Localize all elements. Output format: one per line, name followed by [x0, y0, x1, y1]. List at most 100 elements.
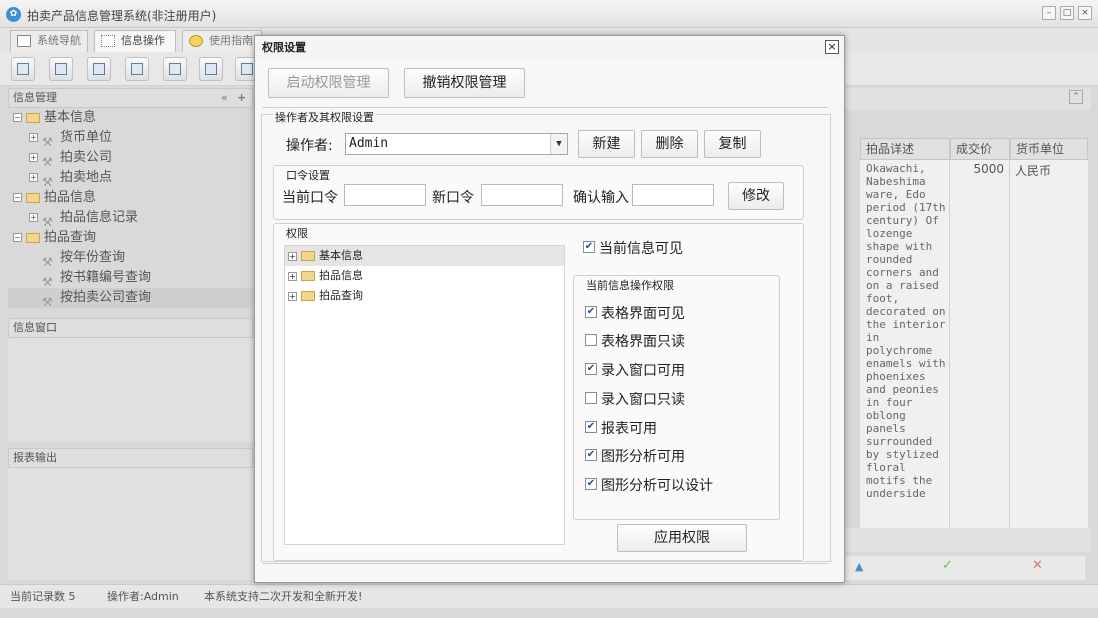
- visible-checkbox[interactable]: ✔: [583, 241, 595, 253]
- tab-info-ops[interactable]: 信息操作: [94, 30, 176, 52]
- perm-node-label: 拍品信息: [319, 269, 363, 282]
- confirm-password-input[interactable]: [632, 184, 714, 206]
- window-tool-button[interactable]: [163, 57, 187, 81]
- start-permission-button[interactable]: 启动权限管理: [268, 68, 389, 98]
- current-password-input[interactable]: [344, 184, 426, 206]
- divider: [262, 563, 828, 564]
- operator-select[interactable]: Admin ▼: [345, 133, 568, 155]
- tree-node-auction-company[interactable]: + ⚒ 拍卖公司: [8, 148, 253, 169]
- document-icon: [93, 63, 105, 75]
- perm-node-basic-info[interactable]: + 基本信息: [285, 246, 564, 266]
- table-readonly-label: 表格界面只读: [601, 334, 685, 350]
- delete-operator-button[interactable]: 删除: [641, 130, 698, 158]
- table-readonly-checkbox[interactable]: [585, 334, 597, 346]
- expand-icon[interactable]: +: [288, 292, 297, 301]
- dialog-title: 权限设置: [255, 36, 844, 60]
- column-header-price[interactable]: 成交价: [950, 138, 1010, 160]
- new-password-input[interactable]: [481, 184, 563, 206]
- report-output-title: 报表输出: [13, 451, 57, 464]
- column-header-detail[interactable]: 拍品详述: [860, 138, 950, 160]
- perm-node-label: 基本信息: [319, 249, 363, 262]
- info-window-header: 信息窗口: [8, 318, 253, 338]
- close-window-button[interactable]: ×: [1078, 6, 1092, 20]
- tree-node-query-by-year[interactable]: ⚒ 按年份查询: [8, 248, 253, 269]
- up-icon[interactable]: ▲: [855, 560, 863, 573]
- entry-usable-checkbox[interactable]: ✔: [585, 363, 597, 375]
- divider: [262, 107, 828, 108]
- expand-icon[interactable]: +: [288, 272, 297, 281]
- export-tool-button[interactable]: [199, 57, 223, 81]
- cancel-icon[interactable]: ✕: [1032, 558, 1043, 573]
- tree-node-label: 拍品信息: [44, 190, 97, 205]
- tree-node-label: 按拍卖公司查询: [60, 290, 152, 305]
- sidebar-tree: − 基本信息 + ⚒ 货币单位 + ⚒ 拍卖公司 + ⚒ 拍卖地点 − 拍品信息…: [8, 108, 253, 309]
- collapse-icon[interactable]: −: [13, 113, 22, 122]
- tree-node-label: 拍卖公司: [60, 150, 113, 165]
- app-logo-icon: ✿: [6, 7, 21, 22]
- document-tool-button[interactable]: [87, 57, 111, 81]
- new-operator-button[interactable]: 新建: [578, 130, 635, 158]
- close-icon[interactable]: ×: [825, 40, 839, 54]
- modify-password-button[interactable]: 修改: [728, 182, 784, 210]
- revoke-permission-button[interactable]: 撤销权限管理: [404, 68, 525, 98]
- collapse-icon[interactable]: −: [13, 193, 22, 202]
- record-count: 当前记录数 5: [10, 590, 76, 603]
- folder-icon: [26, 193, 40, 203]
- tree-node-item-records[interactable]: + ⚒ 拍品信息记录: [8, 208, 253, 229]
- chevron-down-icon[interactable]: ▼: [550, 134, 567, 154]
- tool-icon: ⚒: [42, 295, 53, 309]
- tab-user-guide[interactable]: 使用指南: [182, 30, 262, 52]
- expand-icon[interactable]: +: [29, 173, 38, 182]
- operator-label: 操作者:: [286, 138, 333, 154]
- tree-node-query-by-company[interactable]: ⚒ 按拍卖公司查询: [8, 288, 253, 309]
- confirm-password-label: 确认输入: [573, 190, 629, 206]
- expand-icon[interactable]: +: [29, 153, 38, 162]
- collapse-icon[interactable]: −: [13, 233, 22, 242]
- cell-currency[interactable]: 人民币: [1015, 162, 1051, 179]
- grid-scroll-area: [845, 528, 1091, 552]
- collapse-panel-icon[interactable]: ⌃: [1069, 90, 1083, 104]
- status-message: 本系统支持二次开发和全新开发!: [204, 590, 363, 603]
- app-title: 拍卖产品信息管理系统(非注册用户): [27, 9, 217, 23]
- minimize-button[interactable]: –: [1042, 6, 1056, 20]
- new-password-label: 新口令: [432, 190, 474, 206]
- apply-permission-button[interactable]: 应用权限: [617, 524, 747, 552]
- folder-icon: [301, 271, 315, 281]
- confirm-icon[interactable]: ✓: [942, 558, 953, 573]
- tree-node-query-by-book-id[interactable]: ⚒ 按书籍编号查询: [8, 268, 253, 289]
- expand-icon[interactable]: +: [29, 213, 38, 222]
- tree-node-currency[interactable]: + ⚒ 货币单位: [8, 128, 253, 149]
- chart-design-label: 图形分析可以设计: [601, 478, 713, 494]
- clock-icon: [189, 35, 203, 47]
- entry-usable-label: 录入窗口可用: [601, 363, 685, 379]
- tree-node-item-info[interactable]: − 拍品信息: [8, 188, 253, 208]
- chart-usable-checkbox[interactable]: ✔: [585, 449, 597, 461]
- entry-readonly-label: 录入窗口只读: [601, 392, 685, 408]
- chart-design-checkbox[interactable]: ✔: [585, 478, 597, 490]
- cell-price[interactable]: 5000: [950, 162, 1004, 176]
- collapse-icon[interactable]: «: [221, 89, 228, 107]
- tree-node-auction-location[interactable]: + ⚒ 拍卖地点: [8, 168, 253, 189]
- report-usable-checkbox[interactable]: ✔: [585, 421, 597, 433]
- search-tool-button[interactable]: [11, 57, 35, 81]
- tab-label: 使用指南: [209, 34, 253, 47]
- entry-readonly-checkbox[interactable]: [585, 392, 597, 404]
- expand-icon[interactable]: +: [29, 133, 38, 142]
- column-header-currency[interactable]: 货币单位: [1010, 138, 1088, 160]
- perm-node-item-query[interactable]: + 拍品查询: [285, 286, 564, 306]
- tree-node-basic-info[interactable]: − 基本信息: [8, 108, 253, 128]
- cell-detail[interactable]: Okawachi, Nabeshima ware, Edo period (17…: [866, 162, 948, 500]
- report-output-body: [8, 468, 253, 580]
- tree-node-item-query[interactable]: − 拍品查询: [8, 228, 253, 248]
- copy-operator-button[interactable]: 复制: [704, 130, 761, 158]
- list-tool-button[interactable]: [49, 57, 73, 81]
- tab-label: 系统导航: [37, 34, 81, 47]
- report-output-header: 报表输出: [8, 448, 253, 468]
- table-visible-checkbox[interactable]: ✔: [585, 306, 597, 318]
- add-icon[interactable]: +: [237, 89, 246, 107]
- users-tool-button[interactable]: [125, 57, 149, 81]
- maximize-button[interactable]: □: [1060, 6, 1074, 20]
- expand-icon[interactable]: +: [288, 252, 297, 261]
- perm-node-item-info[interactable]: + 拍品信息: [285, 266, 564, 286]
- tab-system-nav[interactable]: 系统导航: [10, 30, 88, 52]
